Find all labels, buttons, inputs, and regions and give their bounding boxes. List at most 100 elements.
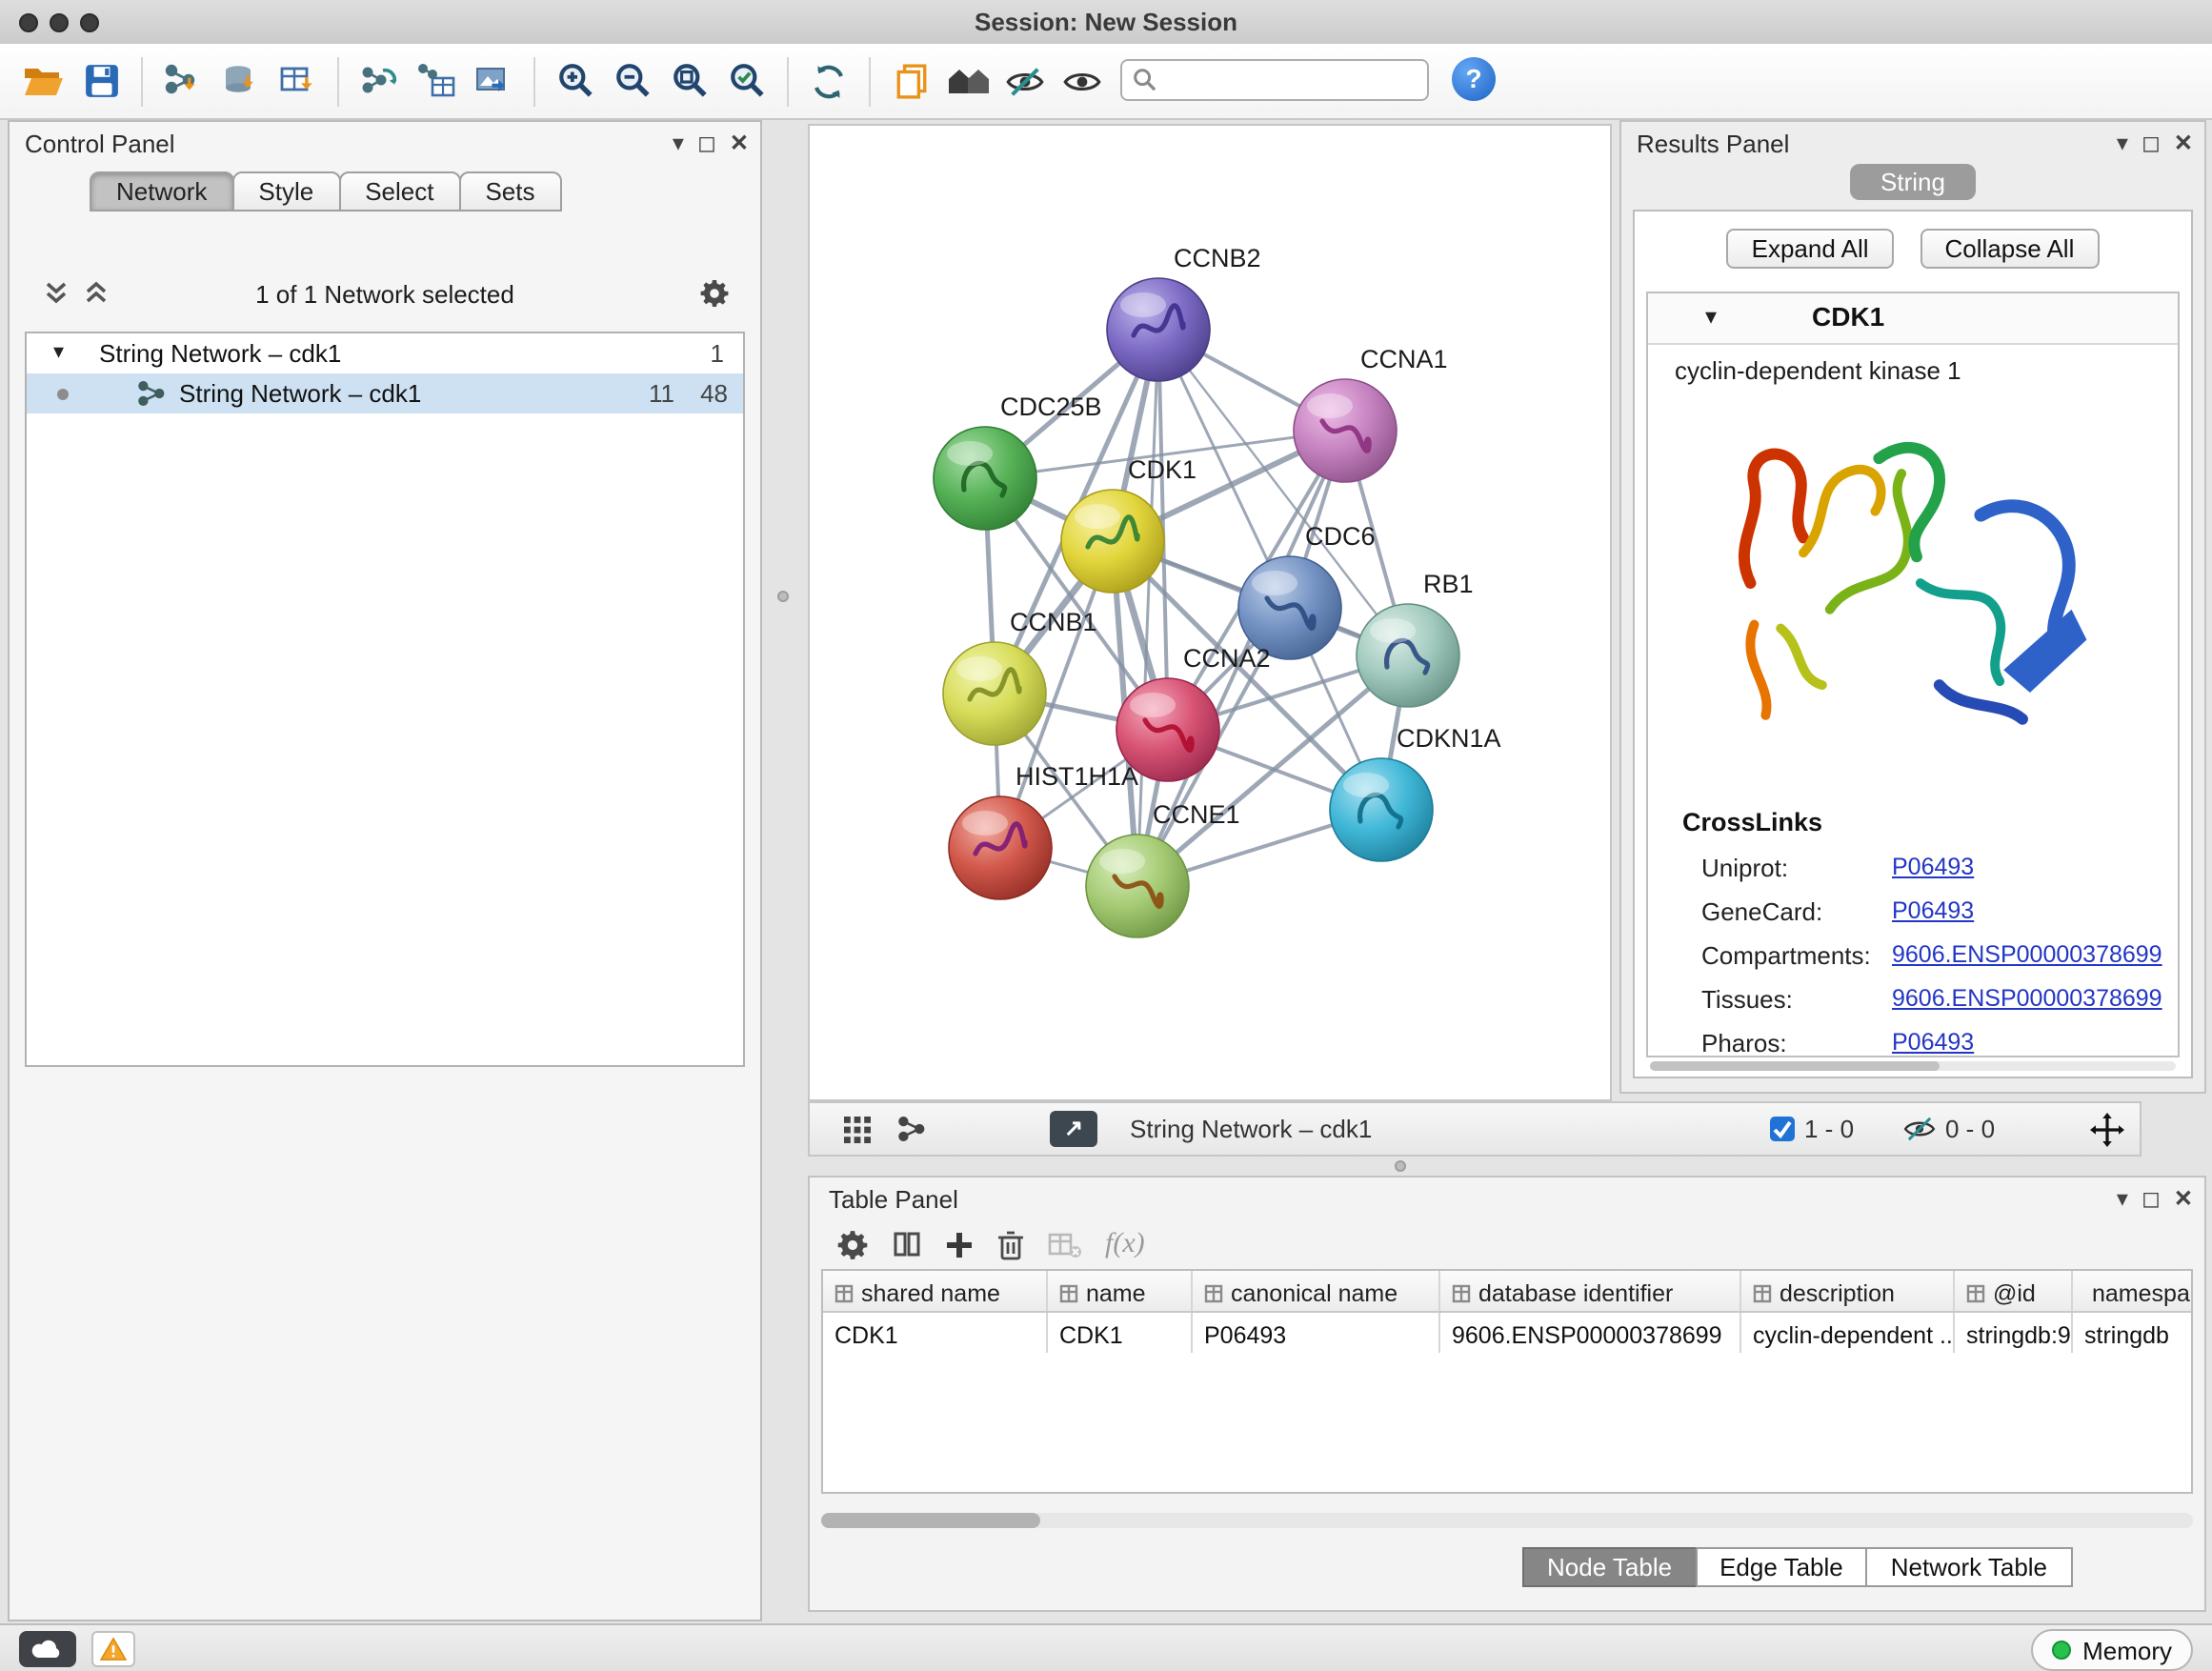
crosslink-uniprot-link[interactable]: P06493 [1892,854,1974,880]
column-header-id[interactable]: @id [1955,1271,2073,1311]
refresh-icon[interactable] [804,54,854,108]
network-table-icon[interactable] [412,54,461,108]
node-label-cdk1: CDK1 [1128,455,1196,484]
show-columns-icon[interactable] [892,1229,922,1259]
delete-column-icon[interactable] [996,1228,1025,1260]
import-network-icon[interactable] [158,54,208,108]
cell-canonical-name[interactable]: P06493 [1193,1313,1440,1353]
scrollbar-thumb[interactable] [821,1513,1040,1528]
network-node-ccnb2[interactable]: CCNB2 [1107,244,1261,381]
table-panel-float-icon[interactable]: ◻ [2142,1185,2161,1212]
table-panel-close-icon[interactable]: ✕ [2174,1185,2193,1212]
column-header-canonical-name[interactable]: canonical name [1193,1271,1440,1311]
zoom-in-icon[interactable] [551,54,600,108]
search-field-wrap [1120,59,1429,101]
network-view-title: String Network – cdk1 [1130,1115,1372,1143]
delete-table-icon[interactable] [1048,1230,1082,1258]
results-horizontal-scrollbar[interactable] [1650,1061,2176,1071]
zoom-selected-icon[interactable] [722,54,772,108]
memory-button[interactable]: Memory [2031,1629,2193,1671]
expand-all-button[interactable]: Expand All [1727,229,1894,269]
fit-content-crosshair-icon[interactable] [2090,1103,2124,1155]
tab-network-table[interactable]: Network Table [1866,1547,2072,1587]
crosslink-compartments-link[interactable]: 9606.ENSP00000378699 [1892,941,2162,968]
control-panel-menu-icon[interactable]: ▾ [673,130,684,156]
toolbar-separator [869,56,871,106]
network-node-ccna1[interactable]: CCNA1 [1294,345,1448,482]
collection-expander-icon[interactable]: ▾ [53,333,64,373]
help-button[interactable]: ? [1452,57,1496,101]
tab-select[interactable]: Select [338,171,460,211]
function-builder-icon[interactable]: f(x) [1105,1228,1145,1260]
network-options-gear-icon[interactable] [699,278,730,309]
bottom-splitter-handle[interactable] [1395,1160,1406,1172]
node-label-ccne1: CCNE1 [1153,800,1240,829]
tab-network[interactable]: Network [90,171,233,211]
network-canvas[interactable]: CCNB2CCNA1CDC25BCDK1CDC6RB1CCNB1CCNA2CDK… [808,124,1612,1101]
network-row-selected[interactable]: String Network – cdk1 11 48 [27,373,743,413]
network-node-ccnb1[interactable]: CCNB1 [943,608,1097,745]
network-home-icon[interactable] [943,54,993,108]
birds-eye-view-button[interactable]: ↗ [1050,1111,1097,1147]
table-panel-menu-icon[interactable]: ▾ [2117,1185,2128,1212]
crosslink-tissues-link[interactable]: 9606.ENSP00000378699 [1892,985,2162,1012]
hidden-eye-icon[interactable] [1903,1117,1936,1141]
string-tab[interactable]: String [1850,164,1976,200]
selected-checkbox-icon[interactable] [1770,1117,1795,1141]
tab-edge-table[interactable]: Edge Table [1695,1547,1868,1587]
grid-view-icon[interactable] [844,1103,871,1155]
column-header-name[interactable]: name [1048,1271,1193,1311]
protein-section-header[interactable]: ▾ CDK1 [1648,293,2178,345]
import-table-icon[interactable] [272,54,322,108]
protein-collapse-icon[interactable]: ▾ [1705,303,1717,330]
memory-status-icon [2052,1641,2071,1660]
open-session-icon[interactable] [19,54,69,108]
add-column-icon[interactable] [945,1230,974,1258]
tab-style[interactable]: Style [231,171,340,211]
left-splitter-handle[interactable] [777,591,789,602]
results-panel-close-icon[interactable]: ✕ [2174,130,2193,156]
warning-button[interactable] [91,1631,135,1667]
cell-id[interactable]: stringdb:9... [1955,1313,2073,1353]
control-panel-float-icon[interactable]: ◻ [697,130,716,156]
cell-namespace[interactable]: stringdb [2073,1313,2191,1353]
column-header-description[interactable]: description [1741,1271,1955,1311]
column-header-database-identifier[interactable]: database identifier [1440,1271,1741,1311]
results-panel-menu-icon[interactable]: ▾ [2117,130,2128,156]
tab-node-table[interactable]: Node Table [1522,1547,1697,1587]
table-horizontal-scrollbar[interactable] [821,1513,2193,1528]
network-share-view-icon[interactable] [897,1103,926,1155]
control-panel-close-icon[interactable]: ✕ [730,130,749,156]
column-header-namespace[interactable]: namespac [2073,1271,2191,1311]
network-node-ccne1[interactable]: CCNE1 [1086,800,1240,937]
cell-shared-name[interactable]: CDK1 [823,1313,1048,1353]
cell-database-identifier[interactable]: 9606.ENSP00000378699 [1440,1313,1741,1353]
export-image-icon[interactable] [469,54,518,108]
hide-unselected-icon[interactable] [1000,54,1050,108]
cloud-icon [30,1639,65,1660]
save-session-icon[interactable] [76,54,126,108]
zoom-out-icon[interactable] [608,54,657,108]
cell-name[interactable]: CDK1 [1048,1313,1193,1353]
import-database-icon[interactable] [215,54,265,108]
node-label-rb1: RB1 [1423,570,1474,598]
show-all-icon[interactable] [1057,54,1107,108]
network-node-cdkn1a[interactable]: CDKN1A [1330,724,1501,861]
results-panel-float-icon[interactable]: ◻ [2142,130,2161,156]
network-collection-row[interactable]: ▾ String Network – cdk1 1 [27,333,743,373]
table-settings-gear-icon[interactable] [836,1228,869,1260]
copy-document-icon[interactable] [886,54,935,108]
new-network-icon[interactable] [354,54,404,108]
cell-description[interactable]: cyclin-dependent ... [1741,1313,1955,1353]
zoom-fit-icon[interactable] [665,54,714,108]
crosslink-genecard-link[interactable]: P06493 [1892,897,1974,924]
collapse-all-button[interactable]: Collapse All [1920,229,2100,269]
network-node-rb1[interactable]: RB1 [1357,570,1474,707]
crosslink-pharos-link[interactable]: P06493 [1892,1029,1974,1056]
network-node-cdk1[interactable]: CDK1 [1061,455,1196,593]
table-row[interactable]: CDK1 CDK1 P06493 9606.ENSP00000378699 cy… [823,1313,2191,1353]
tab-sets[interactable]: Sets [458,171,561,211]
cloud-button[interactable] [19,1631,76,1667]
column-header-shared-name[interactable]: shared name [823,1271,1048,1311]
search-input[interactable] [1120,59,1429,101]
